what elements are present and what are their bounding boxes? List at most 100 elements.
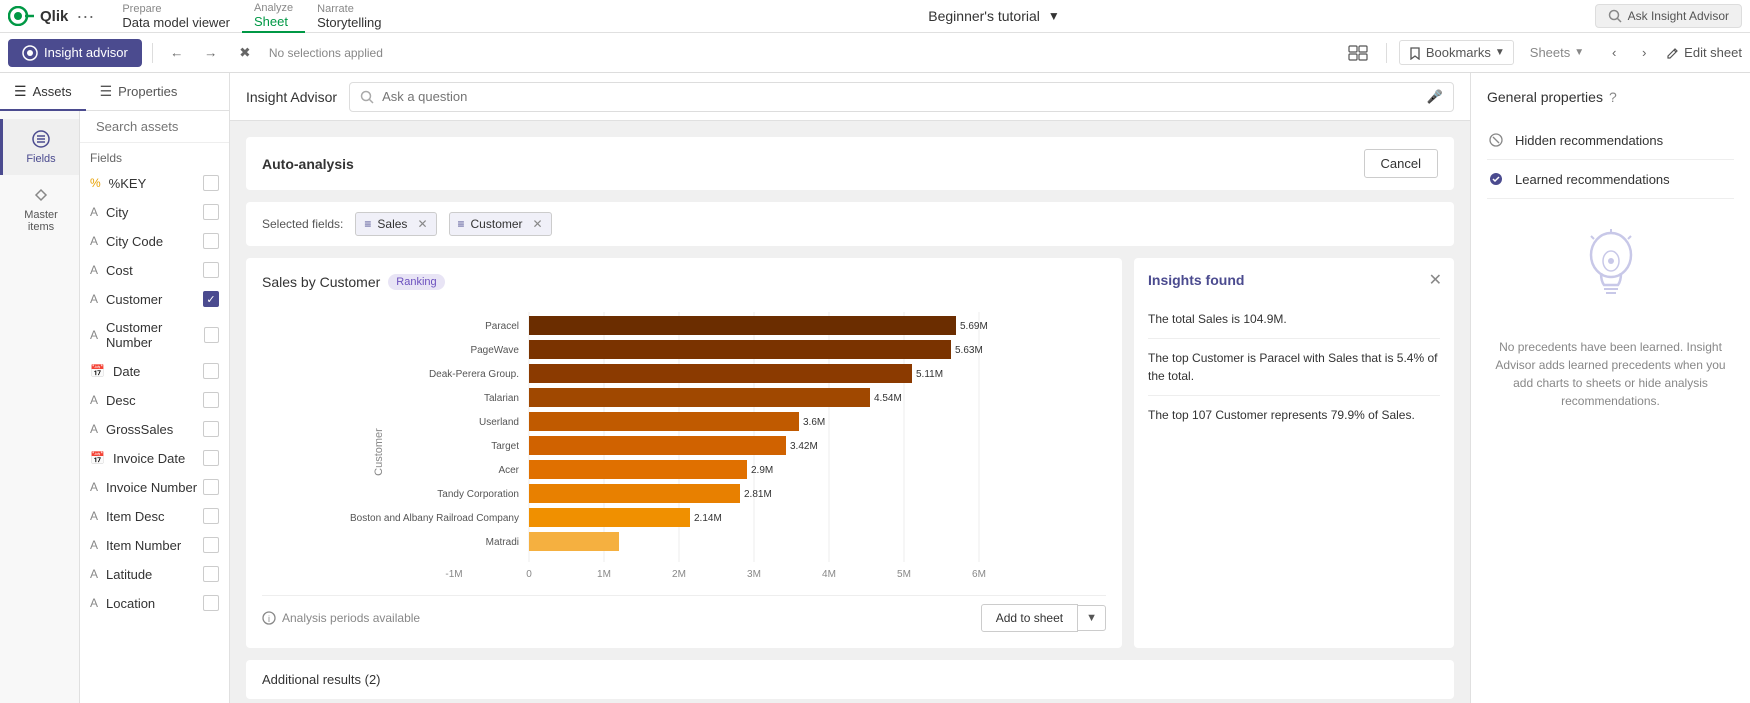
add-to-sheet-dropdown[interactable]: ▼ xyxy=(1078,605,1106,631)
sidebar-item-fields[interactable]: Fields xyxy=(0,119,79,175)
field-checkbox[interactable] xyxy=(203,537,219,553)
insight-item-2: The top Customer is Paracel with Sales t… xyxy=(1148,339,1440,396)
bar-target[interactable] xyxy=(529,436,786,455)
more-options-icon[interactable]: ··· xyxy=(76,6,94,27)
main-toolbar: Insight advisor ← → ✖ No selections appl… xyxy=(0,33,1750,73)
field-checkbox[interactable] xyxy=(203,233,219,249)
qlik-logo[interactable]: Qlik xyxy=(8,6,68,26)
field-item[interactable]: A GrossSales xyxy=(80,415,229,444)
ia-question-input[interactable] xyxy=(382,89,1419,104)
field-item[interactable]: A Item Desc xyxy=(80,502,229,531)
field-name: Latitude xyxy=(106,567,152,582)
insight-item-3: The top 107 Customer represents 79.9% of… xyxy=(1148,396,1440,434)
bar-userland[interactable] xyxy=(529,412,799,431)
field-item[interactable]: A Latitude xyxy=(80,560,229,589)
bar-talarian[interactable] xyxy=(529,388,870,407)
field-checkbox[interactable] xyxy=(203,204,219,220)
field-item[interactable]: A Desc xyxy=(80,386,229,415)
nav-prepare[interactable]: Prepare Data model viewer xyxy=(110,0,242,33)
add-to-sheet-button[interactable]: Add to sheet ▼ xyxy=(981,604,1106,632)
bookmarks-button[interactable]: Bookmarks ▼ xyxy=(1399,40,1514,65)
next-sheet-button[interactable]: › xyxy=(1630,39,1658,67)
field-checkbox[interactable] xyxy=(203,508,219,524)
edit-sheet-button[interactable]: Edit sheet xyxy=(1666,45,1742,60)
search-assets-input[interactable] xyxy=(96,119,229,134)
field-checkbox[interactable] xyxy=(203,262,219,278)
field-item[interactable]: A Cost xyxy=(80,256,229,285)
clear-selections-button[interactable]: ✖ xyxy=(231,39,259,67)
field-chip-customer[interactable]: ≡ Customer ✕ xyxy=(449,212,552,236)
field-checkbox[interactable] xyxy=(203,363,219,379)
remove-customer-field-button[interactable]: ✕ xyxy=(533,217,543,231)
field-item[interactable]: % %KEY xyxy=(80,169,229,198)
field-checkbox[interactable] xyxy=(203,566,219,582)
field-item[interactable]: A Customer Number xyxy=(80,314,229,357)
insights-close-button[interactable]: ✕ xyxy=(1429,270,1442,290)
hidden-recommendations-item[interactable]: Hidden recommendations xyxy=(1487,121,1734,160)
field-checkbox[interactable] xyxy=(203,479,219,495)
field-item[interactable]: A Item Number xyxy=(80,531,229,560)
additional-results: Additional results (2) xyxy=(246,660,1454,699)
assets-icon: ☰ xyxy=(14,83,27,100)
bar-chart: Customer -1M 0 1M 2M 3M 4M 5M 6M Sales xyxy=(262,302,1106,582)
grid-view-button[interactable] xyxy=(1342,39,1374,67)
svg-text:4M: 4M xyxy=(822,569,836,580)
toolbar-divider xyxy=(152,43,153,63)
help-icon[interactable]: ? xyxy=(1609,89,1617,105)
field-checkbox[interactable] xyxy=(203,175,219,191)
learned-recommendations-item[interactable]: Learned recommendations xyxy=(1487,160,1734,199)
ia-search-bar[interactable]: 🎤 xyxy=(349,82,1454,112)
bar-deak[interactable] xyxy=(529,364,912,383)
assets-tab[interactable]: ☰ Assets xyxy=(0,73,86,111)
bar-paracel[interactable] xyxy=(529,316,956,335)
selection-forward-button[interactable]: → xyxy=(197,39,225,67)
field-item[interactable]: A Customer xyxy=(80,285,229,314)
insight-advisor-tab[interactable]: Insight advisor xyxy=(8,39,142,67)
field-name: Customer xyxy=(106,292,162,307)
no-precedents-text: No precedents have been learned. Insight… xyxy=(1487,338,1734,410)
cancel-button[interactable]: Cancel xyxy=(1364,149,1438,178)
sheet-nav-arrows: ‹ › xyxy=(1600,39,1658,67)
nav-narrate[interactable]: Narrate Storytelling xyxy=(305,0,393,33)
bar-tandy[interactable] xyxy=(529,484,740,503)
bar-pagewave[interactable] xyxy=(529,340,951,359)
app-title[interactable]: Beginner's tutorial ▼ xyxy=(393,8,1594,24)
chart-insights-row: Sales by Customer Ranking Customer -1M 0… xyxy=(246,258,1454,648)
field-left: A Item Desc xyxy=(90,509,165,524)
field-item[interactable]: A City Code xyxy=(80,227,229,256)
insights-title: Insights found xyxy=(1148,272,1440,288)
microphone-icon[interactable]: 🎤 xyxy=(1427,89,1443,105)
selection-back-button[interactable]: ← xyxy=(163,39,191,67)
bar-acer[interactable] xyxy=(529,460,747,479)
no-precedents-area: No precedents have been learned. Insight… xyxy=(1487,223,1734,410)
ask-insight-advisor-button[interactable]: Ask Insight Advisor xyxy=(1595,4,1742,28)
properties-tab[interactable]: ☰ Properties xyxy=(86,73,192,111)
remove-sales-field-button[interactable]: ✕ xyxy=(417,217,427,231)
field-checkbox[interactable] xyxy=(203,450,219,466)
field-checkbox[interactable] xyxy=(203,291,219,307)
field-checkbox[interactable] xyxy=(204,327,219,343)
field-item[interactable]: 📅 Date xyxy=(80,357,229,386)
add-to-sheet-main[interactable]: Add to sheet xyxy=(981,604,1078,632)
bar-boston[interactable] xyxy=(529,508,690,527)
field-item[interactable]: A City xyxy=(80,198,229,227)
ranking-badge: Ranking xyxy=(388,274,444,290)
auto-analysis-area: Auto-analysis Cancel Selected fields: ≡ … xyxy=(230,121,1470,703)
bar-matradi[interactable] xyxy=(529,532,619,551)
field-name: Item Desc xyxy=(106,509,165,524)
field-checkbox[interactable] xyxy=(203,595,219,611)
field-checkbox[interactable] xyxy=(203,421,219,437)
bulb-icon xyxy=(1576,223,1646,328)
field-item[interactable]: A Invoice Number xyxy=(80,473,229,502)
prev-sheet-button[interactable]: ‹ xyxy=(1600,39,1628,67)
svg-text:6M: 6M xyxy=(972,569,986,580)
field-checkbox[interactable] xyxy=(203,392,219,408)
field-chip-sales[interactable]: ≡ Sales ✕ xyxy=(355,212,436,236)
field-item[interactable]: 📅 Invoice Date xyxy=(80,444,229,473)
field-item[interactable]: A Location xyxy=(80,589,229,618)
edit-icon xyxy=(1666,46,1680,60)
sheets-button[interactable]: Sheets ▼ xyxy=(1522,41,1592,64)
nav-analyze[interactable]: Analyze Sheet xyxy=(242,0,305,33)
svg-text:Boston and Albany Railroad Com: Boston and Albany Railroad Company xyxy=(350,513,519,524)
sidebar-item-master-items[interactable]: Master items xyxy=(0,175,79,243)
